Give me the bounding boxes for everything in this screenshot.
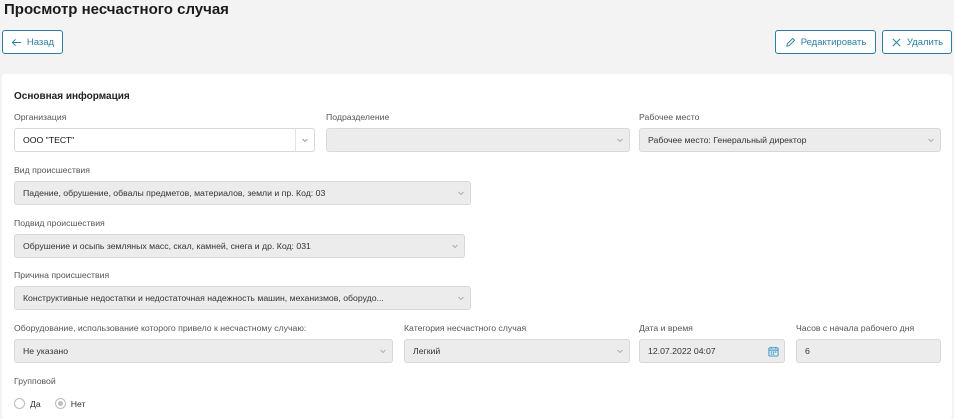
radio-button-selected[interactable] bbox=[54, 398, 66, 409]
chevron-down-icon bbox=[451, 287, 470, 309]
radio-no-label: Нет bbox=[70, 398, 86, 409]
incident-type-value: Падение, обрушение, обвалы предметов, ма… bbox=[23, 188, 326, 198]
department-select[interactable] bbox=[326, 128, 630, 152]
datetime-label: Дата и время bbox=[639, 323, 693, 333]
incident-cause-select[interactable]: Конструктивные недостатки и недостаточна… bbox=[14, 286, 471, 310]
incident-subtype-value: Обрушение и осыпь земляных масс, скал, к… bbox=[23, 241, 311, 251]
incident-subtype-label: Подвид происшествия bbox=[14, 218, 105, 228]
incident-type-select[interactable]: Падение, обрушение, обвалы предметов, ма… bbox=[14, 181, 471, 205]
organization-value: ООО "ТЕСТ" bbox=[23, 135, 75, 145]
organization-label: Организация bbox=[14, 112, 67, 122]
hours-value: 6 bbox=[805, 346, 810, 356]
category-select[interactable]: Легкий bbox=[404, 339, 630, 363]
hours-input[interactable]: 6 bbox=[796, 339, 941, 363]
calendar-icon[interactable] bbox=[762, 346, 784, 357]
delete-button[interactable]: Удалить bbox=[882, 30, 952, 54]
chevron-down-icon bbox=[295, 129, 314, 151]
chevron-down-icon bbox=[610, 340, 629, 362]
hours-label: Часов с начала рабочего дня bbox=[796, 323, 915, 333]
radio-button[interactable] bbox=[14, 398, 25, 409]
radio-option-yes[interactable]: Да bbox=[14, 398, 41, 409]
section-title: Основная информация bbox=[14, 91, 130, 102]
department-label: Подразделение bbox=[326, 112, 390, 122]
equipment-label: Оборудование, использование которого при… bbox=[14, 323, 307, 333]
chevron-down-icon bbox=[610, 129, 629, 151]
chevron-down-icon bbox=[445, 235, 464, 257]
workplace-value: Рабочее место: Генеральный директор bbox=[648, 135, 807, 145]
datetime-value: 12.07.2022 04:07 bbox=[648, 346, 716, 356]
organization-select[interactable]: ООО "ТЕСТ" bbox=[14, 128, 315, 152]
radio-option-no[interactable]: Нет bbox=[54, 398, 86, 409]
equipment-select[interactable]: Не указано bbox=[14, 339, 393, 363]
chevron-down-icon bbox=[921, 129, 940, 151]
back-button[interactable]: Назад bbox=[2, 30, 63, 54]
equipment-value: Не указано bbox=[23, 346, 69, 356]
back-button-label: Назад bbox=[26, 36, 55, 48]
datetime-input[interactable]: 12.07.2022 04:07 bbox=[639, 339, 785, 363]
category-value: Легкий bbox=[413, 346, 441, 356]
chevron-down-icon bbox=[373, 340, 392, 362]
group-label: Групповой bbox=[14, 376, 56, 386]
incident-cause-label: Причина происшествия bbox=[14, 270, 110, 280]
category-label: Категория несчастного случая bbox=[404, 323, 527, 333]
incident-type-label: Вид происшествия bbox=[14, 165, 90, 175]
close-icon bbox=[892, 37, 901, 47]
radio-yes-label: Да bbox=[30, 398, 41, 409]
pencil-icon bbox=[785, 37, 795, 47]
page-title: Просмотр несчастного случая bbox=[4, 1, 229, 18]
chevron-down-icon bbox=[451, 182, 470, 204]
incident-cause-value: Конструктивные недостатки и недостаточна… bbox=[23, 293, 384, 303]
edit-button-label: Редактировать bbox=[800, 36, 867, 48]
workplace-label: Рабочее место bbox=[639, 112, 700, 122]
main-info-card: Основная информация Организация ООО "ТЕС… bbox=[2, 74, 952, 419]
edit-button[interactable]: Редактировать bbox=[775, 30, 876, 54]
arrow-left-icon bbox=[11, 38, 21, 46]
delete-button-label: Удалить bbox=[906, 36, 944, 48]
group-radio-group: Да Нет bbox=[14, 398, 100, 409]
workplace-select[interactable]: Рабочее место: Генеральный директор bbox=[639, 128, 941, 152]
incident-subtype-select[interactable]: Обрушение и осыпь земляных масс, скал, к… bbox=[14, 234, 465, 258]
